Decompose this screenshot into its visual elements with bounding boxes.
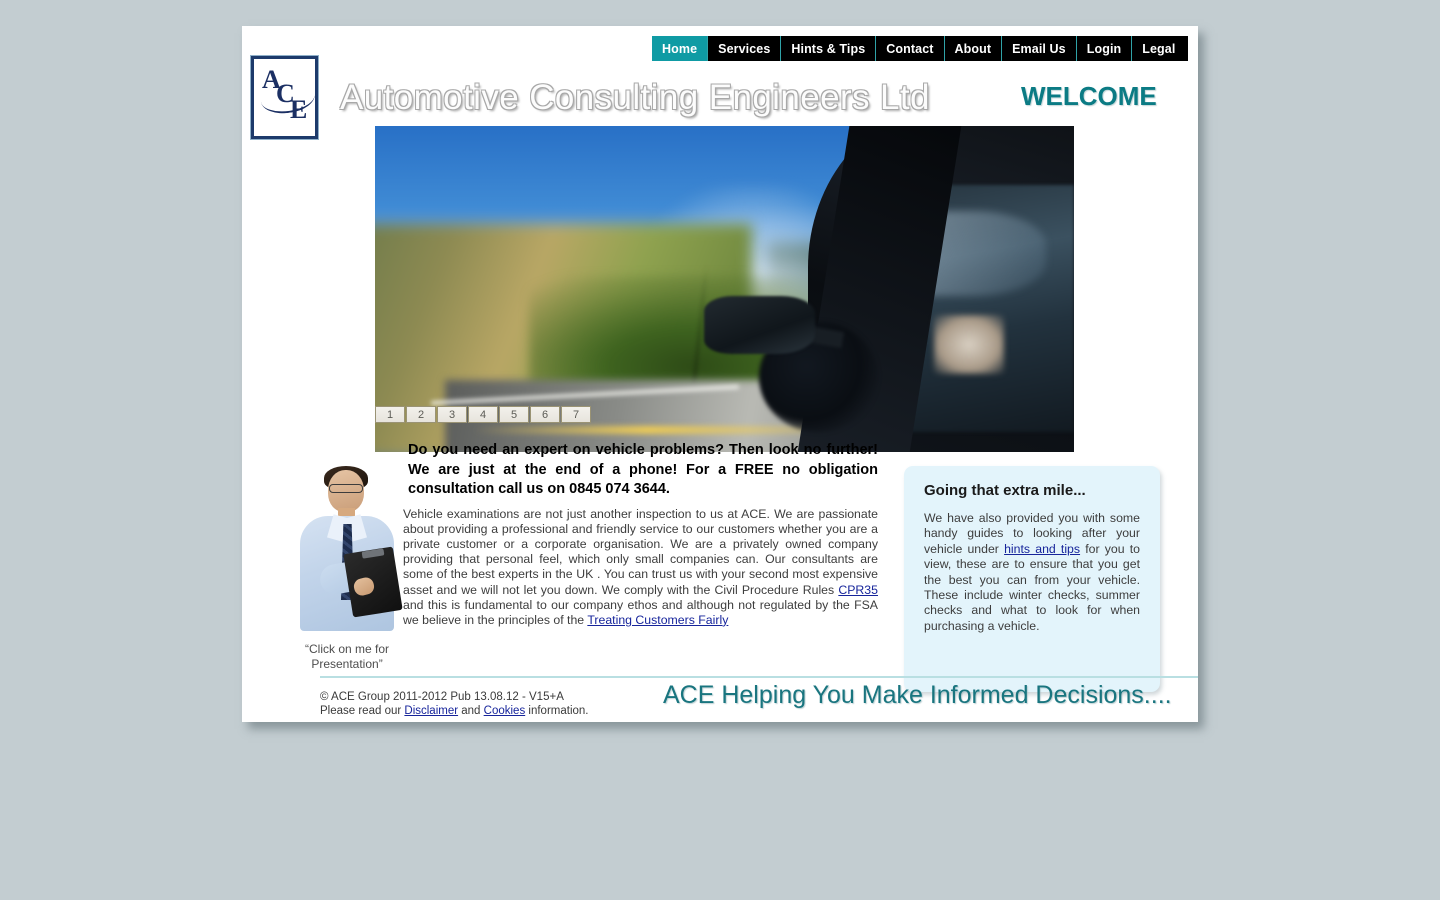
main-content: Do you need an expert on vehicle problem… [403, 441, 878, 628]
hero-driver-hand [934, 315, 1005, 374]
link-cookies[interactable]: Cookies [484, 705, 526, 717]
slide-button-4[interactable]: 4 [468, 406, 498, 423]
footer-divider [320, 676, 1198, 678]
slide-button-3[interactable]: 3 [437, 406, 467, 423]
body-text-part1: Vehicle examinations are not just anothe… [403, 506, 878, 597]
ace-logo[interactable]: A C E [251, 56, 318, 139]
footer-read-middle: and [458, 704, 484, 717]
footer-links-line: Please read our Disclaimer and Cookies i… [320, 705, 588, 719]
body-paragraph: Vehicle examinations are not just anothe… [403, 507, 878, 629]
slideshow-pagination: 1 2 3 4 5 6 7 [375, 406, 592, 423]
extra-mile-panel: Going that extra mile... We have also pr… [904, 466, 1160, 692]
nav-item-about[interactable]: About [943, 36, 1002, 61]
site-title: Automotive Consulting Engineers Ltd [340, 78, 930, 117]
main-navigation: Home Services Hints & Tips Contact About… [652, 36, 1188, 61]
nav-item-login[interactable]: Login [1075, 36, 1132, 61]
consultant-glasses [329, 484, 363, 493]
consultant-caption: “Click on me for Presentation” [304, 642, 390, 671]
consultant-photo[interactable] [290, 466, 403, 631]
slide-button-7[interactable]: 7 [561, 406, 591, 423]
slide-button-2[interactable]: 2 [406, 406, 436, 423]
slide-button-6[interactable]: 6 [530, 406, 560, 423]
footer-read-suffix: information. [525, 704, 589, 717]
hero-side-mirror [703, 295, 816, 355]
nav-item-contact[interactable]: Contact [875, 36, 943, 61]
footer-copyright: © ACE Group 2011-2012 Pub 13.08.12 - V15… [320, 691, 564, 703]
lead-paragraph: Do you need an expert on vehicle problem… [408, 442, 878, 497]
hero-road-centre-line [472, 425, 823, 434]
footer-read-prefix: Please read our [320, 704, 405, 717]
page-title-welcome: WELCOME [1021, 81, 1157, 111]
nav-item-services[interactable]: Services [707, 36, 780, 61]
nav-item-email-us[interactable]: Email Us [1001, 36, 1076, 61]
footer-tagline: ACE Helping You Make Informed Decisions.… [663, 681, 1172, 709]
link-cpr35[interactable]: CPR35 [838, 583, 878, 597]
link-treating-customers-fairly[interactable]: Treating Customers Fairly [587, 613, 728, 627]
logo-letter-e: E [290, 95, 308, 124]
side-panel-text: We have also provided you with some hand… [924, 511, 1140, 634]
page-container: Home Services Hints & Tips Contact About… [242, 26, 1198, 722]
side-panel-title: Going that extra mile... [924, 482, 1086, 499]
nav-item-home[interactable]: Home [652, 36, 708, 61]
nav-item-hints-tips[interactable]: Hints & Tips [780, 36, 875, 61]
hero-banner-image[interactable] [375, 126, 1074, 452]
link-disclaimer[interactable]: Disclaimer [404, 705, 458, 717]
slide-button-5[interactable]: 5 [499, 406, 529, 423]
footer-legal: © ACE Group 2011-2012 Pub 13.08.12 - V15… [320, 691, 588, 718]
slide-button-1[interactable]: 1 [375, 406, 405, 423]
nav-item-legal[interactable]: Legal [1131, 36, 1185, 61]
link-hints-and-tips[interactable]: hints and tips [1004, 542, 1080, 556]
